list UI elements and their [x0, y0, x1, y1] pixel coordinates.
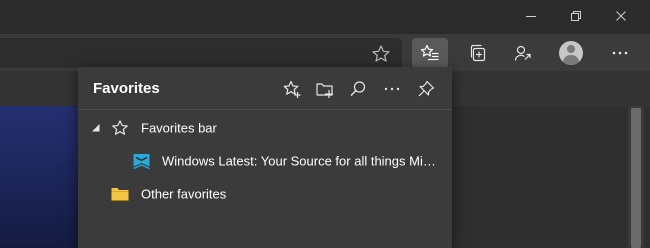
add-folder-button[interactable] — [313, 77, 337, 101]
other-favorites-folder[interactable]: Other favorites — [78, 178, 452, 210]
more-ellipsis-icon — [612, 51, 628, 55]
favorites-title: Favorites — [93, 80, 160, 97]
pin-favorites-button[interactable] — [414, 77, 438, 101]
share-button[interactable] — [505, 38, 541, 68]
restore-icon — [571, 11, 581, 21]
favorite-item-windows-latest[interactable]: Windows Latest: Your Source for all thin… — [78, 145, 452, 177]
address-bar[interactable] — [0, 38, 402, 68]
share-icon — [514, 45, 531, 61]
close-button[interactable] — [598, 0, 644, 32]
add-folder-icon — [316, 83, 333, 98]
profile-button[interactable] — [553, 38, 589, 68]
search-favorites-button[interactable] — [346, 77, 370, 101]
minimize-icon — [526, 16, 536, 17]
expand-arrow-icon[interactable] — [91, 123, 101, 133]
browser-toolbar — [0, 34, 650, 71]
profile-avatar — [559, 41, 583, 65]
favorites-bar-folder[interactable]: Favorites bar — [78, 112, 452, 144]
page-side-panel — [452, 106, 650, 248]
favorites-header: Favorites — [78, 67, 452, 110]
favorites-list-icon — [420, 44, 439, 61]
collections-icon — [470, 44, 486, 62]
collections-button[interactable] — [460, 38, 496, 68]
settings-and-more-button[interactable] — [602, 38, 638, 68]
pin-icon — [418, 80, 435, 97]
page-scrollbar[interactable] — [628, 106, 644, 248]
add-this-page-to-favorites-button[interactable] — [280, 77, 304, 101]
search-icon — [350, 81, 366, 96]
favorites-bar-label: Favorites bar — [141, 120, 217, 136]
avatar-head — [567, 45, 575, 53]
favorites-flyout: Favorites Favorites bar Windows Latest: … — [78, 67, 452, 248]
title-bar — [0, 0, 650, 34]
site-favicon-icon — [133, 154, 150, 170]
favorite-item-label: Windows Latest: Your Source for all thin… — [162, 153, 440, 169]
folder-icon — [111, 188, 129, 201]
add-favorite-icon — [283, 80, 301, 98]
minimize-button[interactable] — [508, 0, 554, 32]
close-icon — [616, 11, 626, 21]
restore-button[interactable] — [553, 0, 599, 32]
add-to-favorites-button[interactable] — [371, 44, 391, 64]
scrollbar-thumb[interactable] — [631, 108, 641, 248]
more-icon — [384, 87, 400, 91]
more-options-button[interactable] — [380, 77, 404, 101]
star-outline-icon — [112, 120, 128, 135]
star-outline-icon — [372, 45, 390, 62]
favorites-button[interactable] — [412, 38, 448, 68]
page-background-image — [0, 106, 78, 248]
other-favorites-label: Other favorites — [141, 186, 227, 202]
avatar-body — [563, 55, 579, 65]
